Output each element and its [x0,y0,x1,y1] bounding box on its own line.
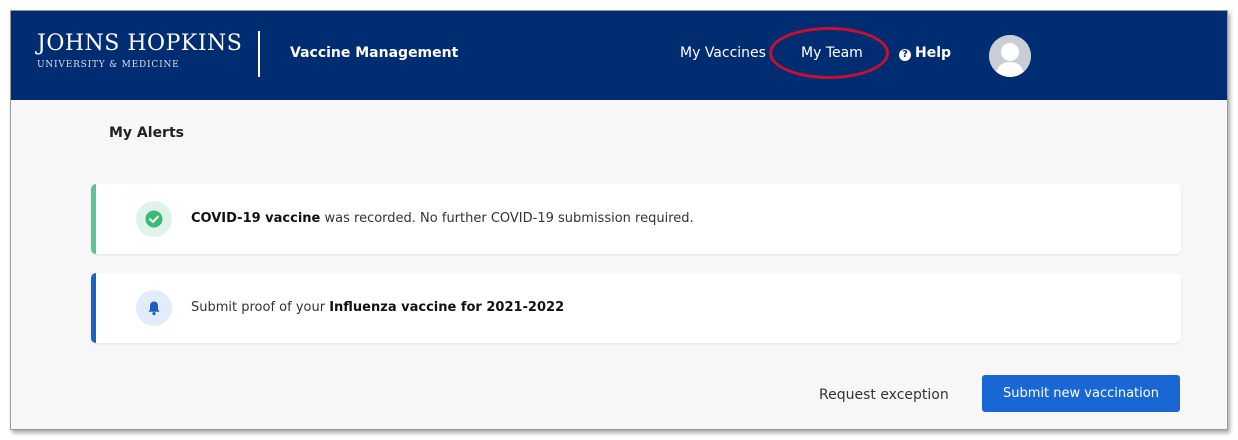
alert-influenza-text: Submit proof of your Influenza vaccine f… [191,300,564,315]
alert-influenza-proof[interactable]: Submit proof of your Influenza vaccine f… [91,273,1181,343]
user-silhouette-icon [989,35,1031,77]
alert-covid-rest: was recorded. No further COVID-19 submis… [320,211,694,226]
johns-hopkins-logo[interactable]: JOHNS HOPKINS UNIVERSITY & MEDICINE [37,31,243,71]
alert-influenza-prefix: Submit proof of your [191,300,330,315]
alert-influenza-bold: Influenza vaccine for 2021-2022 [329,300,565,315]
user-avatar[interactable] [989,35,1031,77]
app-window: JOHNS HOPKINS UNIVERSITY & MEDICINE Vacc… [10,10,1228,430]
logo-wordmark: JOHNS HOPKINS [37,31,243,56]
nav-help[interactable]: ? Help [899,45,951,61]
submit-new-vaccination-button[interactable]: Submit new vaccination [982,375,1180,412]
top-navbar: JOHNS HOPKINS UNIVERSITY & MEDICINE Vacc… [11,11,1227,100]
logo-subtitle: UNIVERSITY & MEDICINE [37,60,180,70]
alert-covid-text: COVID-19 vaccine was recorded. No furthe… [191,211,694,226]
nav-my-team[interactable]: My Team [801,45,863,61]
check-circle-icon [136,201,172,237]
nav-my-vaccines[interactable]: My Vaccines [680,45,766,61]
alert-covid-recorded: COVID-19 vaccine was recorded. No furthe… [91,184,1181,254]
nav-divider [258,31,260,77]
main-content: My Alerts COVID-19 vaccine was recorded.… [11,100,1227,429]
nav-help-label: Help [915,45,952,61]
app-title: Vaccine Management [290,45,459,61]
my-alerts-heading: My Alerts [109,125,184,141]
help-icon: ? [899,49,911,61]
alert-accent-bar [91,184,96,254]
request-exception-link[interactable]: Request exception [819,387,949,403]
bell-icon [136,290,172,326]
alert-accent-bar [91,273,96,343]
alert-covid-bold: COVID-19 vaccine [191,211,321,226]
